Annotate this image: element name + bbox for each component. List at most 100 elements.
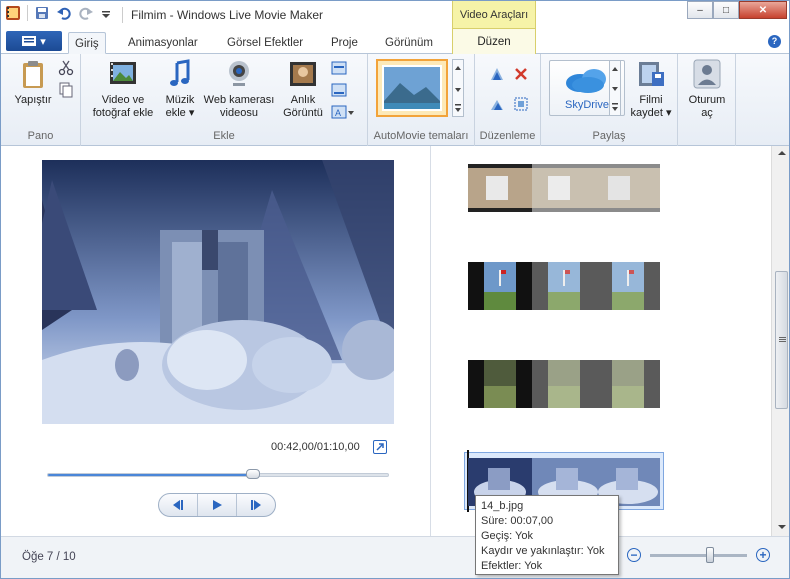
cut-icon[interactable]: [58, 60, 74, 76]
snapshot-button[interactable]: Anlık Görüntü: [279, 58, 327, 120]
scroll-down-icon[interactable]: [773, 522, 790, 532]
app-menu-button[interactable]: ▾: [6, 31, 62, 51]
storyboard-pane: [432, 146, 771, 536]
group-label-automovie: AutoMovie temaları: [373, 130, 469, 142]
previous-frame-button[interactable]: [159, 494, 198, 516]
title-bar: Filmim - Windows Live Movie Maker Video …: [1, 1, 789, 29]
zoom-out-button[interactable]: −: [627, 548, 641, 562]
group-label-duzenleme: Düzenleme: [479, 130, 536, 142]
tooltip-transition: Geçiş: Yok: [481, 530, 533, 542]
playback-controls: [158, 493, 276, 517]
group-label-ekle: Ekle: [213, 130, 235, 142]
clipboard-icon: [23, 61, 43, 88]
snapshot-icon: [290, 62, 316, 86]
app-menu-arrow: ▾: [40, 35, 46, 48]
preview-image: [42, 160, 394, 424]
ribbon-tabs: ▾ Giriş Animasyonlar Görsel Efektler Pro…: [1, 29, 789, 54]
tab-proje[interactable]: Proje: [325, 32, 364, 54]
tab-gorunum[interactable]: Görünüm: [379, 32, 439, 54]
fullscreen-icon[interactable]: [373, 440, 387, 454]
film-photo-icon: [110, 62, 136, 84]
add-title-icon[interactable]: [331, 60, 347, 76]
save-movie-line-1: Filmi: [639, 94, 663, 106]
save-movie-button[interactable]: Filmi kaydet ▾: [629, 58, 673, 120]
theme-gallery-scroll[interactable]: [452, 59, 464, 117]
snapshot-line-2: Görüntü: [283, 107, 323, 119]
remove-icon[interactable]: [513, 66, 529, 82]
next-frame-button[interactable]: [237, 494, 275, 516]
scrollbar-thumb[interactable]: [775, 271, 788, 409]
next-frame-icon: [251, 500, 261, 510]
zoom-slider-handle[interactable]: [706, 547, 715, 563]
play-button[interactable]: [198, 494, 237, 516]
menu-icon: [22, 36, 37, 46]
webcam-icon: [229, 61, 249, 86]
storyboard-scrollbar[interactable]: [771, 146, 790, 536]
storyboard-clip[interactable]: [468, 262, 660, 310]
preview-pane: 00:42,00/01:10,00: [1, 146, 431, 536]
group-duzenleme: Düzenleme: [475, 54, 541, 146]
storyboard-clip[interactable]: [468, 360, 660, 408]
add-music-button[interactable]: Müzik ekle ▾: [161, 58, 199, 120]
music-note-icon: [170, 59, 190, 86]
group-label-pano: Pano: [27, 130, 54, 142]
save-movie-icon: [639, 62, 664, 86]
clip-thumbnail: [468, 360, 660, 408]
svg-text:A: A: [335, 108, 341, 118]
close-button[interactable]: ✕: [739, 1, 787, 19]
sign-in-button[interactable]: Oturum aç: [684, 58, 730, 120]
save-icon[interactable]: [34, 5, 50, 21]
webcam-line-2: videosu: [220, 107, 258, 119]
zoom-slider[interactable]: [650, 547, 747, 563]
add-video-line-1: Video ve: [101, 94, 145, 106]
group-pano: Yapıştır Pano: [1, 54, 81, 146]
tab-gorsel-efektler[interactable]: Görsel Efektler: [221, 32, 309, 54]
group-ekle: Video ve fotoğraf ekle Müzik ekle ▾ Web …: [81, 54, 368, 146]
webcam-line-1: Web kamerası: [203, 94, 275, 106]
customize-qat-icon[interactable]: [100, 5, 116, 21]
winter-scene-image: [42, 160, 394, 424]
tooltip-pan-zoom: Kaydır ve yakınlaştır: Yok: [481, 545, 605, 557]
redo-icon[interactable]: [78, 5, 94, 21]
add-credits-icon[interactable]: A: [331, 104, 354, 120]
undo-icon[interactable]: [56, 5, 72, 21]
maximize-button[interactable]: □: [713, 1, 739, 19]
paste-button[interactable]: Yapıştır: [11, 58, 55, 107]
storyboard-clip[interactable]: [468, 164, 660, 212]
scroll-up-icon[interactable]: [773, 148, 790, 158]
zoom-in-button[interactable]: +: [756, 548, 770, 562]
tooltip-filename: 14_b.jpg: [481, 500, 524, 512]
copy-icon[interactable]: [58, 82, 74, 98]
share-gallery-scroll[interactable]: [609, 60, 621, 116]
movie-maker-app-icon[interactable]: [5, 5, 21, 21]
paste-label: Yapıştır: [14, 94, 52, 106]
tooltip-effects: Efektler: Yok: [481, 560, 543, 572]
tab-duzen[interactable]: Düzen: [452, 29, 536, 54]
quick-access-toolbar: [5, 5, 116, 21]
automovie-theme-gallery[interactable]: [376, 59, 448, 117]
item-count: Öğe 7 / 10: [22, 551, 76, 563]
rotate-left-icon[interactable]: [489, 66, 505, 82]
tooltip-duration: Süre: 00:07,00: [481, 515, 554, 527]
webcam-video-button[interactable]: Web kamerası videosu: [201, 58, 277, 120]
minimize-button[interactable]: –: [687, 1, 713, 19]
rotate-right-icon[interactable]: [489, 96, 505, 112]
add-caption-icon[interactable]: [331, 82, 347, 98]
window-title: Filmim - Windows Live Movie Maker: [131, 8, 324, 22]
app-window: Filmim - Windows Live Movie Maker Video …: [0, 0, 790, 579]
tab-giris[interactable]: Giriş: [68, 32, 106, 54]
seek-handle[interactable]: [246, 469, 261, 479]
main-area: 00:42,00/01:10,00: [1, 146, 789, 536]
help-icon[interactable]: ?: [768, 35, 781, 48]
theme-thumbnail-icon: [382, 65, 442, 111]
group-paylas: SkyDrive Filmi kaydet ▾ Paylaş: [541, 54, 678, 146]
clip-thumbnail: [468, 164, 660, 212]
add-music-line-1: Müzik: [165, 94, 195, 106]
clip-tooltip: 14_b.jpg Süre: 00:07,00 Geçiş: Yok Kaydı…: [475, 495, 619, 575]
tab-animasyonlar[interactable]: Animasyonlar: [122, 32, 204, 54]
seek-bar[interactable]: [47, 469, 389, 479]
timecode: 00:42,00/01:10,00: [271, 441, 360, 453]
select-all-icon[interactable]: [513, 96, 529, 112]
context-tab-group-label: Video Araçları: [452, 1, 536, 29]
add-video-photo-button[interactable]: Video ve fotoğraf ekle: [87, 58, 159, 120]
